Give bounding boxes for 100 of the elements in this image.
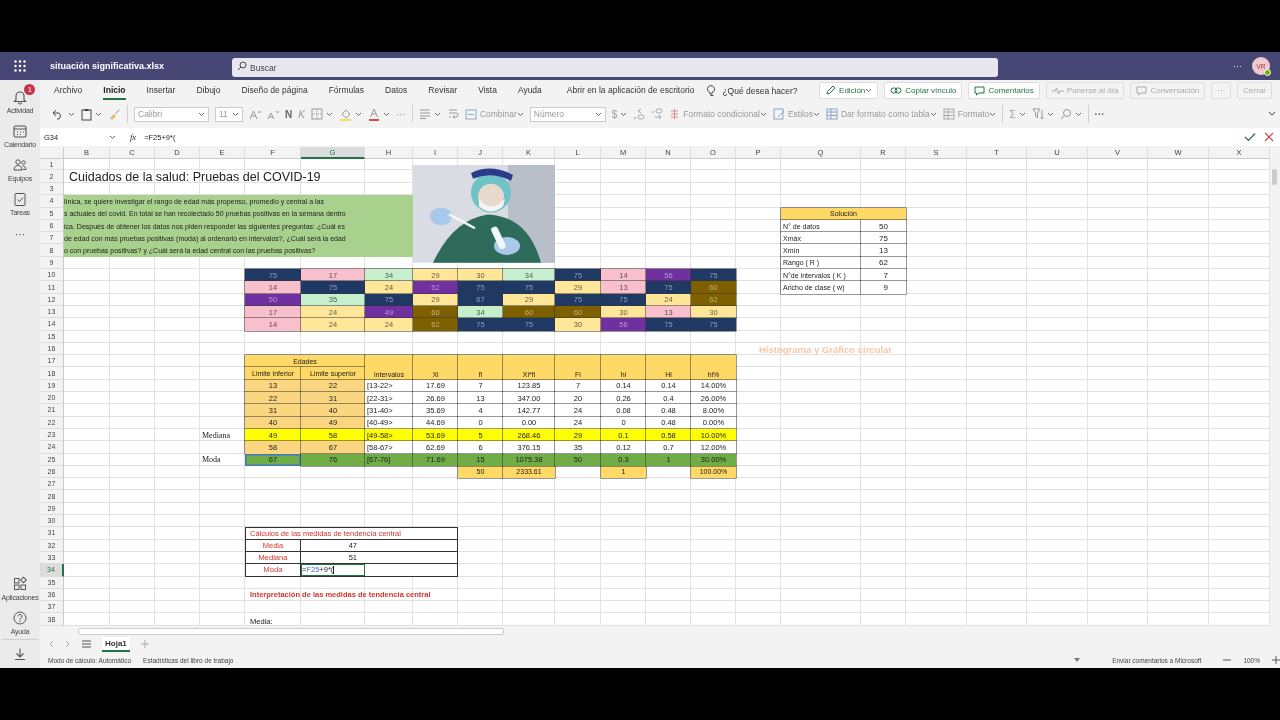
- more-button[interactable]: ···: [1233, 61, 1242, 71]
- caret-icon: [354, 111, 362, 117]
- search-icon: [237, 61, 247, 71]
- zoom-out-icon[interactable]: [1223, 657, 1232, 663]
- download-icon: [12, 646, 28, 662]
- caret-icon: [232, 111, 239, 117]
- menu-icon[interactable]: [82, 640, 91, 648]
- close-icon[interactable]: [1264, 132, 1274, 142]
- caret-icon: [95, 111, 102, 117]
- menu-tab[interactable]: Insertar: [146, 81, 176, 100]
- clipboard-check-icon: [12, 191, 28, 207]
- check-icon[interactable]: [1244, 132, 1256, 142]
- sort-filter-icon[interactable]: [1031, 108, 1044, 120]
- action-button[interactable]: Comentarios: [968, 82, 1040, 99]
- chevron-icon[interactable]: [1268, 111, 1276, 117]
- mode-dropdown[interactable]: Edición: [819, 82, 879, 99]
- speech-bubble-icon: [974, 85, 986, 96]
- link-icon: [890, 86, 903, 95]
- clipboard-icon[interactable]: [81, 107, 92, 121]
- caret-icon: [1046, 111, 1054, 117]
- sheet-title: Cuidados de la salud: Pruebas del COVID-19: [68, 170, 322, 183]
- calendar-icon: [12, 123, 28, 139]
- caret-icon[interactable]: [1074, 658, 1081, 662]
- overflow-button[interactable]: ···: [1094, 108, 1105, 120]
- table-cell: 13: [861, 244, 906, 257]
- menu-tab[interactable]: Revisar: [428, 81, 458, 100]
- sheet-tab[interactable]: Hoja1: [102, 636, 130, 652]
- caret-icon: [433, 111, 441, 117]
- select-all-button[interactable]: [40, 147, 64, 159]
- action-button[interactable]: Copiar vínculo: [884, 82, 963, 99]
- menu-tab[interactable]: Diseño de página: [241, 81, 308, 100]
- table-cell: 7: [861, 269, 906, 282]
- align-icon[interactable]: [418, 109, 431, 119]
- menu-tab[interactable]: Inicio: [103, 81, 126, 100]
- shrink-font-icon[interactable]: [267, 108, 279, 120]
- people-icon: [12, 157, 28, 173]
- caret-icon: [812, 111, 820, 117]
- bell-icon: [12, 89, 28, 105]
- bold-button[interactable]: N: [285, 108, 293, 120]
- caret-icon: [1018, 111, 1026, 117]
- menu-tab[interactable]: Vista: [478, 81, 497, 100]
- help-icon: [12, 610, 28, 626]
- zoom-in-icon[interactable]: [1272, 656, 1280, 664]
- table-icon: [825, 108, 838, 120]
- caret-icon: [759, 111, 767, 117]
- vertical-scrollbar[interactable]: [1270, 147, 1280, 626]
- lightbulb-icon[interactable]: [707, 84, 718, 97]
- menu-tab[interactable]: Ayuda: [517, 81, 542, 100]
- function-button[interactable]: fx: [130, 132, 137, 142]
- row-label: Mediana: [201, 429, 231, 442]
- pulse-icon: [1051, 86, 1064, 95]
- increase-decimal-icon[interactable]: [633, 108, 646, 120]
- merge-icon: [464, 108, 477, 120]
- caret-icon: [382, 111, 390, 117]
- caret-icon: [516, 111, 524, 117]
- status-dot: [1264, 69, 1271, 76]
- caret-icon: [109, 134, 116, 140]
- section-heading: Histograma y Gráfico circular: [758, 342, 894, 356]
- search-field[interactable]: Buscar: [232, 58, 998, 77]
- chevron-left-icon[interactable]: [48, 640, 54, 648]
- speech-bubble-icon: [1136, 85, 1148, 96]
- apps-icon: [12, 576, 28, 592]
- tell-me-field[interactable]: ¿Qué desea hacer?: [722, 85, 798, 96]
- caret-icon: [929, 111, 937, 117]
- caret-icon: [1074, 111, 1082, 117]
- decrease-decimal-icon[interactable]: [651, 108, 664, 120]
- caret-icon: [594, 111, 602, 117]
- borders-icon[interactable]: [310, 108, 323, 120]
- table-icon: [942, 108, 955, 120]
- caret-icon: [68, 111, 75, 117]
- caret-icon: [989, 111, 997, 117]
- caret-icon: [198, 111, 205, 117]
- styles-icon: [772, 108, 785, 120]
- menu-tab[interactable]: Dibujo: [196, 81, 221, 100]
- caret-icon: [620, 111, 628, 117]
- menu-tab[interactable]: Archivo: [54, 81, 83, 100]
- menu-tab[interactable]: Abrir en la aplicación de escritorio: [566, 81, 695, 100]
- document-title: situación significativa.xlsx: [50, 61, 166, 71]
- chevron-right-icon[interactable]: [65, 640, 71, 648]
- conditional-format-icon: [669, 108, 681, 120]
- table-cell: 9: [861, 281, 906, 294]
- caret-icon: [865, 88, 873, 93]
- table-cell: 75: [861, 232, 906, 245]
- search-icon[interactable]: [1059, 108, 1072, 120]
- table-cell: 62: [861, 256, 906, 270]
- font-color-icon[interactable]: [367, 107, 380, 121]
- menu-tab[interactable]: Datos: [385, 81, 408, 100]
- add-sheet-icon[interactable]: [140, 640, 149, 648]
- grow-font-icon[interactable]: [249, 108, 261, 120]
- paintbrush-icon[interactable]: [108, 108, 121, 120]
- pencil-icon: [825, 85, 837, 96]
- row-label: Moda: [201, 454, 222, 466]
- rail-item[interactable]: ···: [9, 220, 31, 240]
- caret-icon: [325, 111, 333, 117]
- table-cell: 50: [861, 219, 906, 233]
- app-launcher-icon[interactable]: [14, 60, 26, 72]
- fill-bucket-icon[interactable]: [338, 107, 352, 121]
- wrap-text-icon[interactable]: [446, 108, 459, 120]
- rail-item[interactable]: [2, 639, 38, 662]
- menu-tab[interactable]: Fórmulas: [328, 81, 365, 100]
